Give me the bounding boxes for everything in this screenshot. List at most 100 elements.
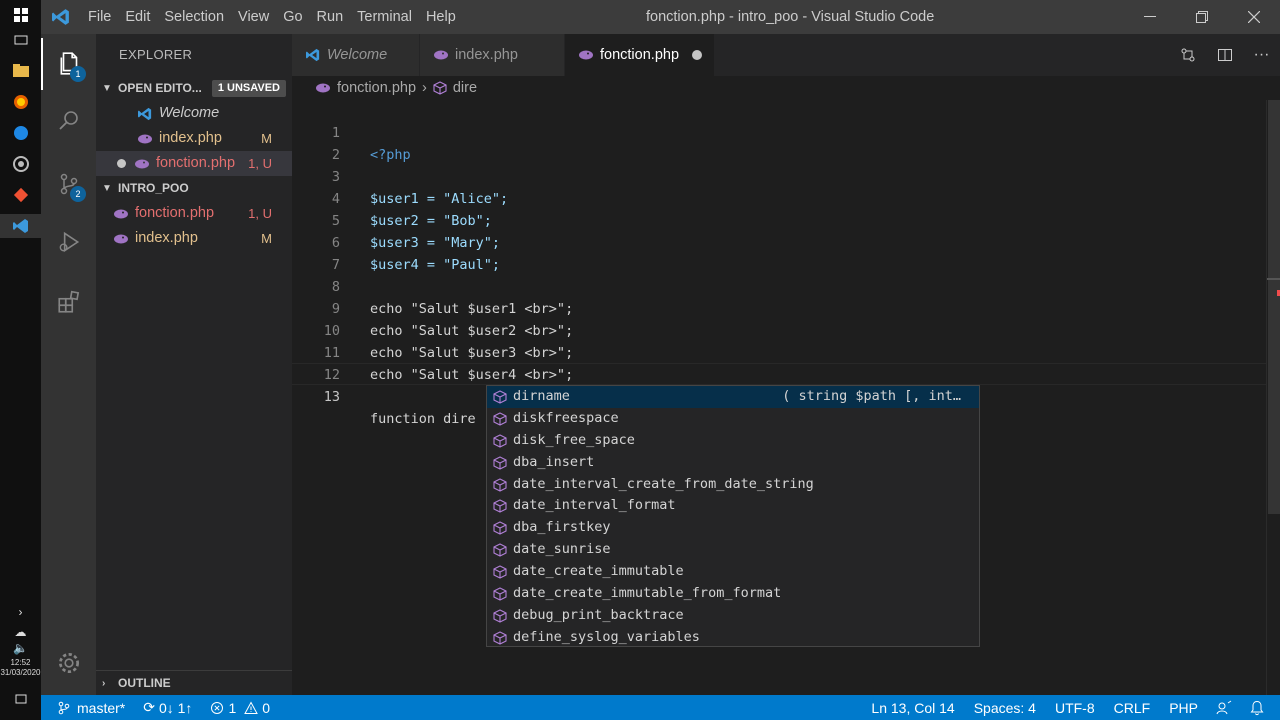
menu-run[interactable]: Run xyxy=(310,0,351,34)
code-line: 2 xyxy=(292,122,1266,163)
suggestion-item[interactable]: date_interval_create_from_date_string xyxy=(487,474,979,496)
taskbar-clock[interactable]: 12:52 31/03/2020 xyxy=(0,658,41,678)
code-line: 1 <?php xyxy=(292,100,1266,163)
menu-help[interactable]: Help xyxy=(419,0,463,34)
open-changes-button[interactable] xyxy=(1169,47,1206,63)
tab-label: fonction.php xyxy=(600,47,680,63)
chrome-icon[interactable] xyxy=(0,152,41,176)
suggestion-item[interactable]: disk_free_space xyxy=(487,430,979,452)
open-editor-index[interactable]: index.php M xyxy=(96,126,292,151)
windows-start-icon[interactable] xyxy=(0,3,41,27)
code-line: 4 $user2 = "Bob"; xyxy=(292,166,1266,229)
notification-icon[interactable] xyxy=(0,688,41,712)
manage-activity[interactable] xyxy=(41,637,96,689)
branch-name: master* xyxy=(77,699,126,716)
suggestion-label: define_syslog_variables xyxy=(513,628,700,645)
menu-file[interactable]: File xyxy=(81,0,118,34)
suggestion-item[interactable]: date_create_immutable xyxy=(487,561,979,583)
git-branch-icon xyxy=(58,701,70,714)
outline-label: OUTLINE xyxy=(118,675,171,690)
warning-count: 0 xyxy=(262,699,271,716)
project-header[interactable]: ▼ INTRO_POO xyxy=(96,176,292,201)
clock-date: 31/03/2020 xyxy=(0,668,41,677)
unsaved-badge: 1 UNSAVED xyxy=(211,80,286,97)
browser-blue-icon[interactable] xyxy=(0,121,41,145)
title-bar: File Edit Selection View Go Run Terminal… xyxy=(41,0,1280,34)
restore-button[interactable] xyxy=(1176,0,1228,34)
tab-index[interactable]: index.php xyxy=(420,34,565,76)
feedback-icon xyxy=(1216,700,1232,714)
warning-icon xyxy=(244,700,259,714)
menu-terminal[interactable]: Terminal xyxy=(350,0,419,34)
suggestion-item[interactable]: date_interval_format xyxy=(487,495,979,517)
split-editor-button[interactable] xyxy=(1206,47,1243,63)
vscode-taskbar-icon[interactable] xyxy=(0,214,41,238)
tab-welcome[interactable]: Welcome xyxy=(292,34,420,76)
suggestion-item[interactable]: dirname ( string $path [, int… xyxy=(487,386,979,408)
indentation[interactable]: Spaces: 4 xyxy=(964,695,1045,720)
language-mode[interactable]: PHP xyxy=(1159,695,1207,720)
run-debug-activity[interactable] xyxy=(41,216,96,268)
method-cube-icon xyxy=(491,520,509,536)
menu-edit[interactable]: Edit xyxy=(118,0,157,34)
method-cube-icon xyxy=(491,630,509,646)
bell-icon xyxy=(1250,700,1264,715)
extensions-activity[interactable] xyxy=(41,276,96,328)
unsaved-dot-icon[interactable] xyxy=(117,159,126,168)
suggestion-item[interactable]: diskfreespace xyxy=(487,408,979,430)
open-editors-header[interactable]: ▼ OPEN EDITO... 1 UNSAVED xyxy=(96,76,292,101)
volume-icon[interactable]: 🔈 xyxy=(0,636,41,660)
suggestion-item[interactable]: debug_print_backtrace xyxy=(487,605,979,627)
vscode-file-icon xyxy=(136,107,154,121)
source-control-activity[interactable]: 2 xyxy=(41,158,96,210)
sidebar-title: EXPLORER xyxy=(119,47,193,62)
sync-status[interactable]: ⟳ 0↓ 1↑ xyxy=(134,695,201,720)
suggestion-label: debug_print_backtrace xyxy=(513,606,684,623)
suggestion-item[interactable]: date_create_immutable_from_format xyxy=(487,583,979,605)
suggestion-item[interactable]: dba_insert xyxy=(487,452,979,474)
file-explorer-icon[interactable] xyxy=(0,58,41,82)
unsaved-dot-icon[interactable] xyxy=(692,50,702,60)
code-line: 7 xyxy=(292,232,1266,273)
file-fonction[interactable]: fonction.php 1, U xyxy=(96,201,292,226)
breadcrumb-file[interactable]: fonction.php xyxy=(337,80,416,96)
overview-ruler-mark xyxy=(1267,278,1280,280)
feedback-button[interactable] xyxy=(1207,695,1241,720)
suggestion-label: dirname xyxy=(513,388,570,404)
suggestion-item[interactable]: date_sunrise xyxy=(487,539,979,561)
status-right: Ln 13, Col 14 Spaces: 4 UTF-8 CRLF PHP xyxy=(862,695,1280,720)
explorer-activity[interactable]: 1 xyxy=(41,38,96,90)
window-controls xyxy=(1124,0,1280,34)
editor-scrollbar[interactable] xyxy=(1266,100,1280,695)
menu-view[interactable]: View xyxy=(231,0,276,34)
more-actions-button[interactable]: ··· xyxy=(1243,46,1280,64)
git-app-icon[interactable] xyxy=(0,183,41,207)
explorer-badge: 1 xyxy=(70,66,86,82)
close-window-button[interactable] xyxy=(1228,0,1280,34)
method-cube-icon xyxy=(491,477,509,493)
php-file-icon xyxy=(432,48,450,62)
line-ending[interactable]: CRLF xyxy=(1104,695,1160,720)
menu-selection[interactable]: Selection xyxy=(157,0,231,34)
suggestion-label: date_create_immutable xyxy=(513,563,684,580)
task-view-icon[interactable] xyxy=(0,28,41,52)
outline-header[interactable]: › OUTLINE xyxy=(96,670,292,695)
open-editor-welcome[interactable]: Welcome xyxy=(96,101,292,126)
notifications-button[interactable] xyxy=(1241,695,1280,720)
minimize-button[interactable] xyxy=(1124,0,1176,34)
code-line: 9 echo "Salut $user2 <br>"; xyxy=(292,276,1266,339)
encoding[interactable]: UTF-8 xyxy=(1045,695,1104,720)
cursor-position[interactable]: Ln 13, Col 14 xyxy=(862,695,963,720)
problems-status[interactable]: 1 0 xyxy=(201,695,279,720)
tab-fonction[interactable]: fonction.php xyxy=(565,34,715,76)
scrollbar-thumb[interactable] xyxy=(1268,100,1280,514)
firefox-icon[interactable] xyxy=(0,90,41,114)
branch-status[interactable]: master* xyxy=(41,695,134,720)
suggestion-item[interactable]: dba_firstkey xyxy=(487,517,979,539)
search-activity[interactable] xyxy=(41,94,96,146)
menu-go[interactable]: Go xyxy=(276,0,309,34)
suggestion-item[interactable]: define_syslog_variables xyxy=(487,627,979,649)
breadcrumb-symbol[interactable]: dire xyxy=(453,80,477,96)
open-editor-fonction[interactable]: fonction.php 1, U xyxy=(96,151,292,176)
file-index[interactable]: index.php M xyxy=(96,226,292,251)
